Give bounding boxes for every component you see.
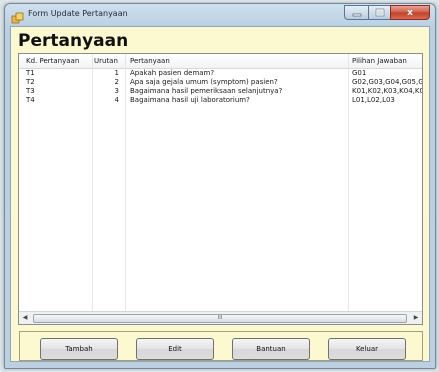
questions-table[interactable]: Kd. Pertanyaan Urutan Pertanyaan Pilihan… <box>18 53 423 325</box>
cell-pertanyaan: Bagaimana hasil pemeriksaan selanjutnya? <box>130 87 283 95</box>
cell-kode: T1 <box>26 69 35 77</box>
scrollbar-thumb[interactable]: III <box>33 314 407 323</box>
keluar-button[interactable]: Keluar <box>328 338 406 360</box>
cell-pilihan: L01,L02,L03 <box>352 96 395 104</box>
close-button[interactable]: x <box>390 5 430 20</box>
close-icon: x <box>407 7 413 18</box>
table-row[interactable]: T1 1 Apakah pasien demam? G01 <box>19 69 422 78</box>
cell-urutan: 2 <box>114 78 119 86</box>
cell-urutan: 4 <box>114 96 119 104</box>
cell-kode: T2 <box>26 78 35 86</box>
minimize-button[interactable] <box>344 5 368 20</box>
tambah-button[interactable]: Tambah <box>40 338 118 360</box>
scrollbar-grip-icon: III <box>217 315 223 321</box>
cell-pertanyaan: Apakah pasien demam? <box>130 69 215 77</box>
cell-pilihan: G01 <box>352 69 367 77</box>
maximize-icon <box>375 8 384 17</box>
cell-pilihan: K01,K02,K03,K04,K05, <box>352 87 423 95</box>
form-app-icon <box>11 9 24 24</box>
cell-urutan: 3 <box>114 87 119 95</box>
scroll-right-icon[interactable]: ▶ <box>410 312 422 324</box>
window-title: Form Update Pertanyaan <box>28 9 128 18</box>
cell-urutan: 1 <box>114 69 119 77</box>
column-header-pertanyaan[interactable]: Pertanyaan <box>130 57 170 66</box>
cell-pilihan: G02,G03,G04,G05,G06 <box>352 78 422 86</box>
maximize-button[interactable] <box>368 5 390 20</box>
button-panel: Tambah Edit Bantuan Keluar <box>19 331 423 361</box>
minimize-icon <box>352 13 361 16</box>
column-header-kode[interactable]: Kd. Pertanyaan <box>26 57 79 66</box>
cell-pertanyaan: Bagaimana hasil uji laboratorium? <box>130 96 250 104</box>
column-header-urutan[interactable]: Urutan <box>94 57 118 66</box>
horizontal-scrollbar[interactable]: ◀ III ▶ <box>19 311 422 324</box>
app-window: Form Update Pertanyaan x Pertanyaan Kd. <box>4 3 436 369</box>
table-row[interactable]: T2 2 Apa saja gejala umum (symptom) pasi… <box>19 78 422 87</box>
edit-button[interactable]: Edit <box>136 338 214 360</box>
form-heading: Pertanyaan <box>18 31 129 51</box>
caption-buttons: x <box>344 5 430 21</box>
cell-pertanyaan: Apa saja gejala umum (symptom) pasien? <box>130 78 278 86</box>
table-row[interactable]: T4 4 Bagaimana hasil uji laboratorium? L… <box>19 96 422 105</box>
bantuan-button[interactable]: Bantuan <box>232 338 310 360</box>
cell-kode: T3 <box>26 87 35 95</box>
table-header: Kd. Pertanyaan Urutan Pertanyaan Pilihan… <box>19 54 422 69</box>
column-header-pilihan[interactable]: Pilihan Jawaban <box>352 57 407 66</box>
title-bar[interactable]: Form Update Pertanyaan x <box>5 4 435 26</box>
table-row[interactable]: T3 3 Bagaimana hasil pemeriksaan selanju… <box>19 87 422 96</box>
cell-kode: T4 <box>26 96 35 104</box>
form-client-area: Pertanyaan Kd. Pertanyaan Urutan Pertany… <box>10 26 430 362</box>
scroll-left-icon[interactable]: ◀ <box>19 312 31 324</box>
